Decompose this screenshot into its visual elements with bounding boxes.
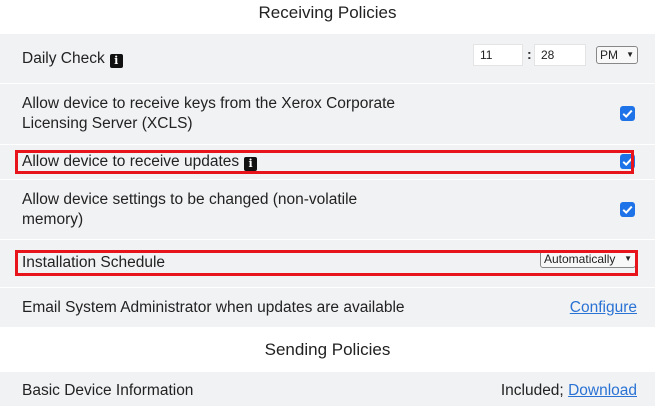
daily-check-minute-input[interactable]: 28 bbox=[534, 44, 586, 66]
installation-schedule-value: Automatically bbox=[544, 252, 616, 266]
sending-policies-title: Sending Policies bbox=[264, 340, 391, 359]
installation-schedule-label: Installation Schedule bbox=[22, 254, 166, 271]
xcls-keys-row: Allow device to receive keys from the Xe… bbox=[0, 84, 655, 145]
info-icon[interactable]: i bbox=[109, 54, 123, 68]
settings-change-label-line1: Allow device settings to be changed (non… bbox=[22, 191, 358, 208]
chevron-down-icon: ▼ bbox=[624, 254, 632, 263]
xcls-keys-label: Allow device to receive keys from the Xe… bbox=[22, 94, 395, 134]
receiving-policies-header: Receiving Policies bbox=[0, 0, 655, 34]
chevron-down-icon: ▼ bbox=[626, 50, 634, 59]
basic-info-label: Basic Device Information bbox=[22, 382, 194, 399]
sending-policies-header: Sending Policies bbox=[0, 328, 655, 372]
settings-change-label: Allow device settings to be changed (non… bbox=[22, 190, 357, 230]
receive-updates-checkbox[interactable] bbox=[620, 154, 635, 169]
time-separator: : bbox=[527, 46, 532, 62]
settings-change-checkbox[interactable] bbox=[620, 202, 635, 217]
policies-page: Receiving Policies Daily Check i 11 : 28 … bbox=[0, 0, 655, 406]
settings-change-row: Allow device settings to be changed (non… bbox=[0, 180, 655, 240]
ampm-select[interactable]: PM ▼ bbox=[596, 46, 638, 64]
xcls-keys-checkbox[interactable] bbox=[620, 106, 635, 121]
configure-link[interactable]: Configure bbox=[570, 299, 637, 316]
daily-check-row: Daily Check i 11 : 28 PM ▼ bbox=[0, 34, 655, 84]
daily-check-hour-input[interactable]: 11 bbox=[473, 44, 523, 66]
checkmark-icon bbox=[622, 157, 633, 167]
basic-info-status: Included; bbox=[500, 382, 564, 399]
email-admin-row: Email System Administrator when updates … bbox=[0, 288, 655, 328]
info-icon[interactable]: i bbox=[244, 157, 258, 171]
checkmark-icon bbox=[622, 205, 633, 215]
settings-change-label-line2: memory) bbox=[22, 211, 84, 228]
basic-info-status-wrap: Included; Download bbox=[501, 381, 637, 401]
basic-info-row: Basic Device Information Included; Downl… bbox=[0, 372, 655, 406]
receiving-policies-title: Receiving Policies bbox=[258, 3, 397, 22]
receive-updates-label-wrap: Allow device to receive updates i bbox=[22, 152, 258, 172]
checkmark-icon bbox=[622, 109, 633, 119]
xcls-keys-label-line1: Allow device to receive keys from the Xe… bbox=[22, 95, 396, 112]
email-admin-link-wrap: Configure bbox=[570, 298, 637, 318]
receive-updates-label: Allow device to receive updates bbox=[22, 153, 240, 170]
daily-check-label-wrap: Daily Check i bbox=[22, 49, 123, 69]
ampm-select-value: PM bbox=[600, 48, 618, 62]
installation-schedule-row: Installation Schedule Automatically ▼ bbox=[0, 240, 655, 288]
daily-check-label: Daily Check bbox=[22, 50, 105, 67]
installation-schedule-select[interactable]: Automatically ▼ bbox=[540, 250, 636, 268]
download-link[interactable]: Download bbox=[568, 382, 637, 399]
receive-updates-row: Allow device to receive updates i bbox=[0, 145, 655, 180]
xcls-keys-label-line2: Licensing Server (XCLS) bbox=[22, 115, 193, 132]
email-admin-label: Email System Administrator when updates … bbox=[22, 299, 405, 316]
